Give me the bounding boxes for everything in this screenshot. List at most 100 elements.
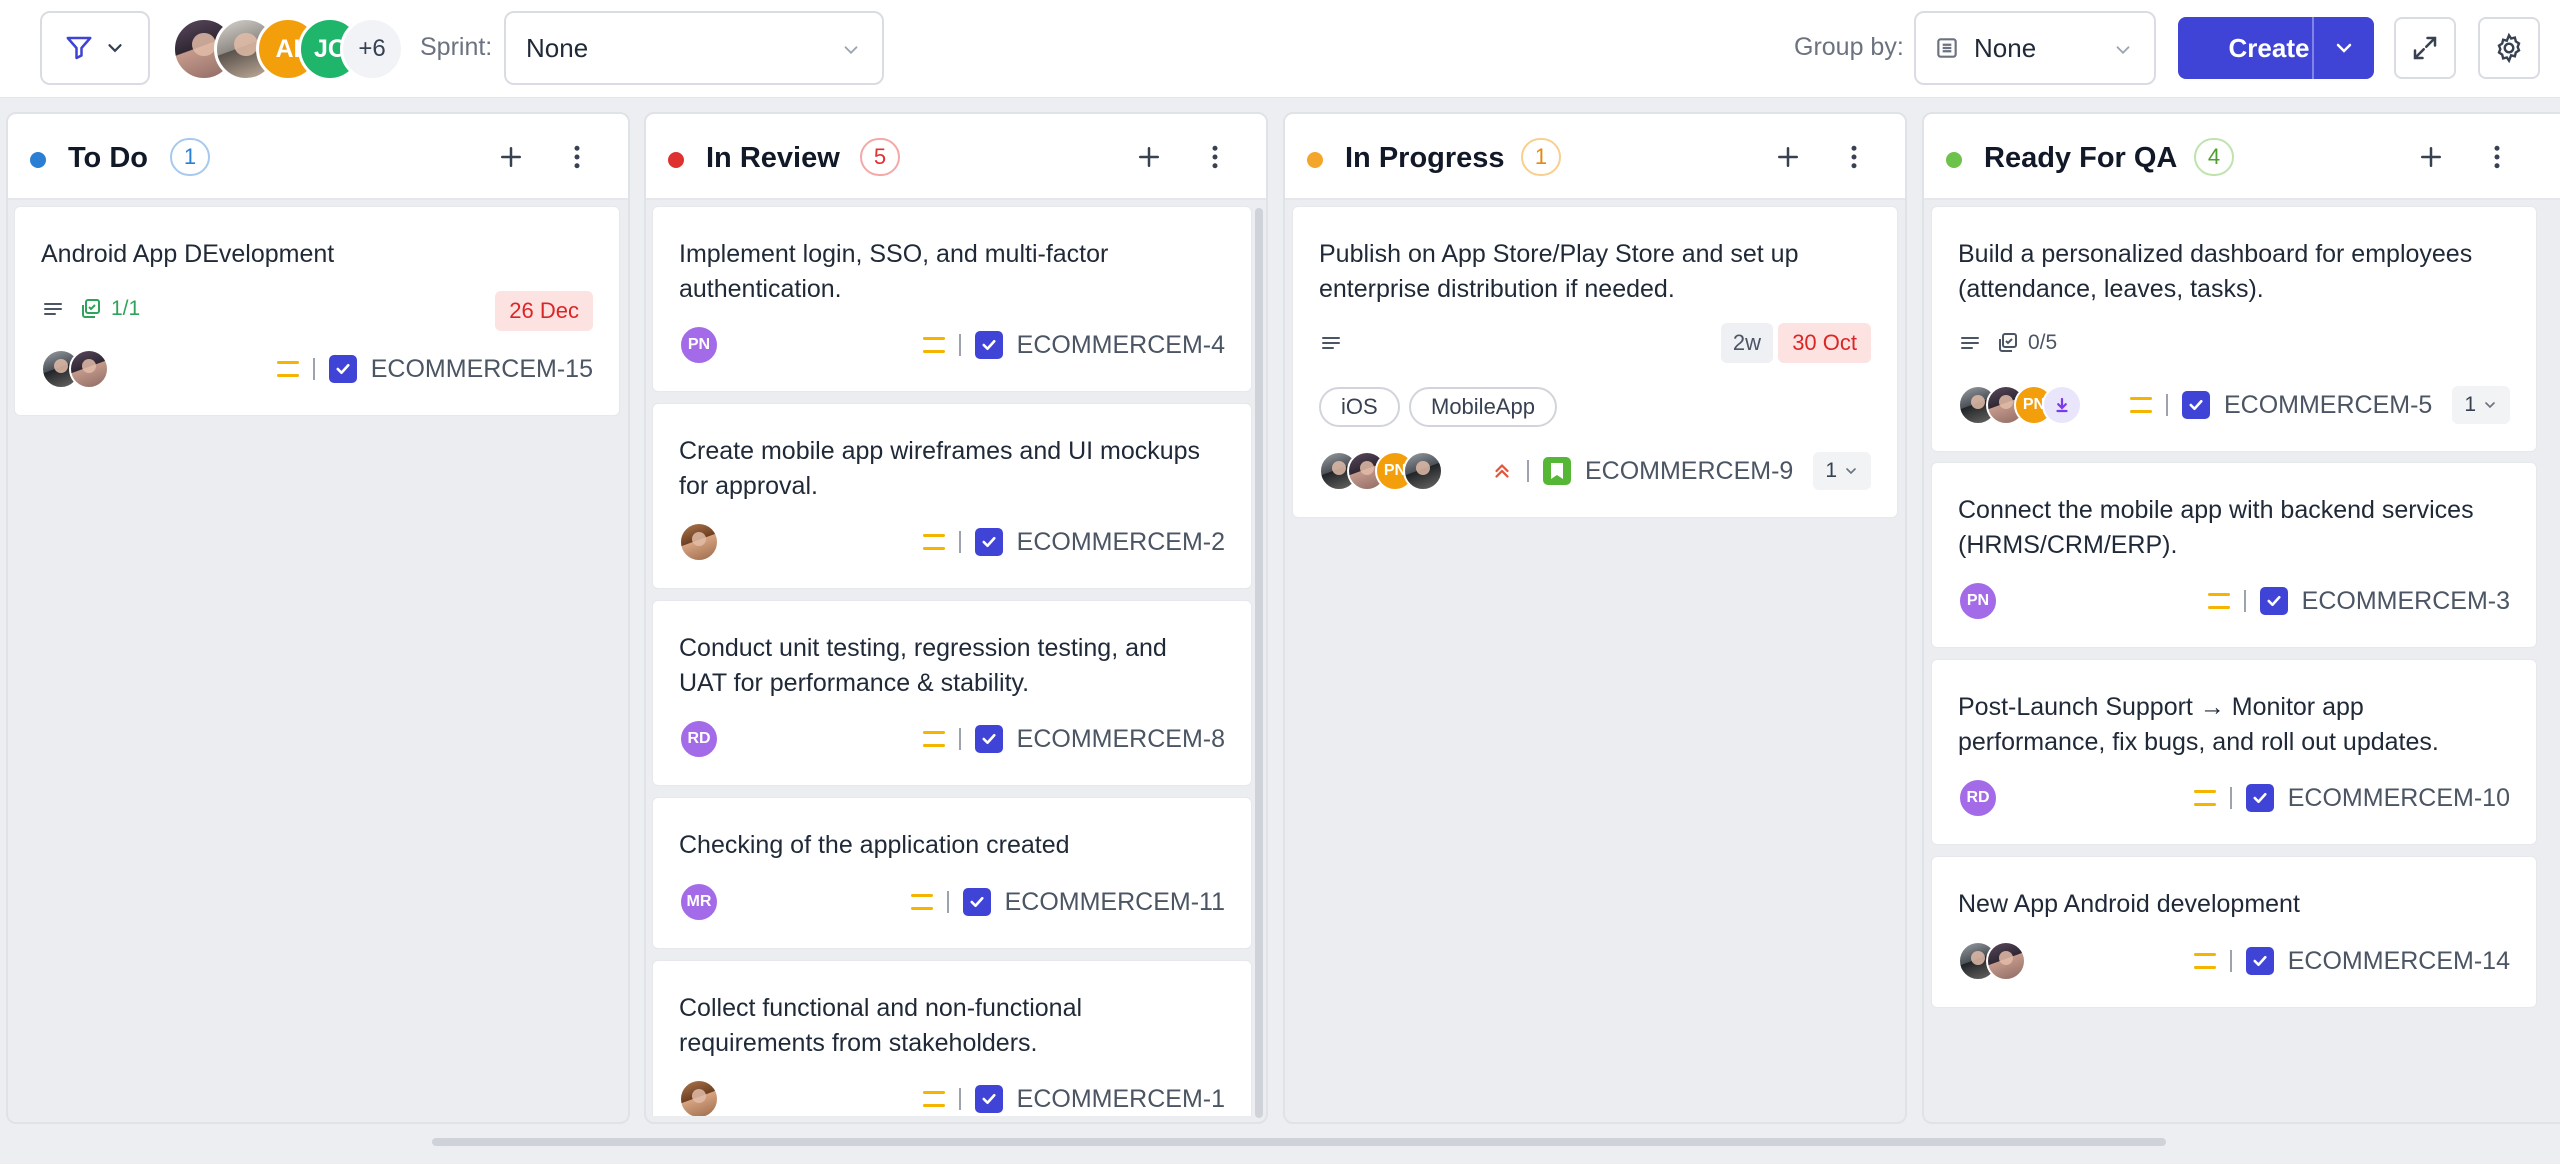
horizontal-scrollbar[interactable]: [432, 1138, 2166, 1146]
issue-key[interactable]: ECOMMERCEM-3: [2302, 587, 2510, 616]
task-type-icon: [974, 331, 1003, 359]
filter-button[interactable]: [40, 11, 150, 85]
task-card[interactable]: Checking of the application created MR E…: [652, 797, 1252, 949]
more-vertical-icon[interactable]: [1200, 142, 1230, 172]
card-footer: RD ECOMMERCEM-8: [679, 717, 1225, 761]
assignee-avatar[interactable]: PN: [1958, 581, 1998, 621]
task-card[interactable]: Build a personalized dashboard for emplo…: [1931, 206, 2537, 452]
assignee-avatars[interactable]: [1958, 941, 2026, 981]
issue-key[interactable]: ECOMMERCEM-5: [2224, 391, 2432, 420]
list-icon: [1937, 38, 1957, 58]
column-header: To Do 1: [8, 114, 628, 200]
group-by-select[interactable]: None: [1914, 11, 2156, 85]
status-dot: [1307, 152, 1323, 168]
divider: [2165, 394, 2168, 416]
divider: [312, 358, 315, 380]
column-count-badge: 1: [170, 138, 210, 176]
add-card-icon[interactable]: [1773, 142, 1803, 172]
card-title: New App Android development: [1958, 890, 2300, 918]
task-type-icon: [974, 725, 1003, 753]
board-settings-button[interactable]: [2478, 17, 2540, 79]
issue-key[interactable]: ECOMMERCEM-8: [1017, 725, 1225, 754]
fullscreen-button[interactable]: [2394, 17, 2456, 79]
divider: [958, 334, 961, 356]
child-count-dropdown[interactable]: 1: [2452, 386, 2510, 424]
task-card[interactable]: Collect functional and non-functional re…: [652, 960, 1252, 1116]
task-card[interactable]: Android App DEvelopment 1/1 26 Dec ECOMM…: [14, 206, 620, 416]
column-title: To Do: [68, 142, 148, 174]
card-footer: PN ECOMMERCEM-5 1: [1958, 383, 2510, 427]
add-card-icon[interactable]: [1134, 142, 1164, 172]
priority-medium-icon: [2207, 593, 2230, 609]
assignee-avatar[interactable]: [679, 522, 719, 562]
create-split-divider: [2312, 17, 2314, 79]
assignee-avatars[interactable]: PN: [1319, 451, 1443, 491]
subtask-count: 1/1: [111, 297, 141, 320]
task-card[interactable]: New App Android development ECOMMERCEM-1…: [1931, 856, 2537, 1008]
group-by-value: None: [1974, 32, 2037, 63]
task-card[interactable]: Conduct unit testing, regression testing…: [652, 600, 1252, 786]
assignee-avatar[interactable]: MR: [679, 882, 719, 922]
issue-key[interactable]: ECOMMERCEM-1: [1017, 1085, 1225, 1114]
assignee-avatars[interactable]: [41, 349, 109, 389]
assignee-avatars[interactable]: PN: [1958, 385, 2082, 425]
add-card-icon[interactable]: [496, 142, 526, 172]
add-card-icon[interactable]: [2416, 142, 2446, 172]
issue-key[interactable]: ECOMMERCEM-9: [1585, 457, 1793, 486]
card-footer: MR ECOMMERCEM-11: [679, 880, 1225, 924]
task-type-icon: [2245, 947, 2274, 975]
more-members-badge[interactable]: +6: [340, 17, 404, 81]
team-avatars[interactable]: AI JC +6: [172, 17, 404, 81]
priority-medium-icon: [922, 337, 945, 353]
issue-key[interactable]: ECOMMERCEM-4: [1017, 331, 1225, 360]
task-card[interactable]: Connect the mobile app with backend serv…: [1931, 462, 2537, 648]
card-title: Android App DEvelopment: [41, 240, 335, 268]
chevron-down-icon: [844, 46, 858, 55]
task-card[interactable]: Implement login, SSO, and multi-factor a…: [652, 206, 1252, 392]
issue-key[interactable]: ECOMMERCEM-2: [1017, 528, 1225, 557]
assignee-avatar[interactable]: RD: [1958, 778, 1998, 818]
assignee-avatar[interactable]: [679, 1079, 719, 1116]
task-card[interactable]: Post-Launch Support → Monitor app perfor…: [1931, 659, 2537, 845]
create-dropdown-button[interactable]: [2314, 17, 2374, 79]
task-card[interactable]: Create mobile app wireframes and UI mock…: [652, 403, 1252, 589]
child-count-dropdown[interactable]: 1: [1813, 452, 1871, 490]
assignee-avatar[interactable]: [1986, 941, 2026, 981]
assignee-avatar[interactable]: [1403, 451, 1443, 491]
label-tag[interactable]: MobileApp: [1409, 387, 1557, 427]
card-footer: ECOMMERCEM-15: [41, 347, 593, 391]
label-tag[interactable]: iOS: [1319, 387, 1400, 427]
card-meta: 1/1: [41, 297, 140, 321]
status-dot: [30, 152, 46, 168]
card-title: Checking of the application created: [679, 831, 1070, 859]
card-footer: ECOMMERCEM-14: [1958, 939, 2510, 983]
divider: [946, 891, 949, 913]
task-type-icon: [2181, 391, 2210, 419]
issue-key[interactable]: ECOMMERCEM-10: [2288, 784, 2510, 813]
column-header: In Review 5: [646, 114, 1266, 200]
task-card[interactable]: Publish on App Store/Play Store and set …: [1292, 206, 1898, 518]
assignee-avatar[interactable]: PN: [679, 325, 719, 365]
divider: [958, 531, 961, 553]
card-footer: PN ECOMMERCEM-4: [679, 323, 1225, 367]
issue-key[interactable]: ECOMMERCEM-14: [2288, 947, 2510, 976]
vertical-scrollbar[interactable]: [1255, 208, 1263, 1118]
description-icon: [1322, 337, 1340, 349]
issue-key[interactable]: ECOMMERCEM-15: [371, 355, 593, 384]
divider: [1526, 460, 1529, 482]
more-vertical-icon[interactable]: [1839, 142, 1869, 172]
more-vertical-icon[interactable]: [2482, 142, 2512, 172]
priority-medium-icon: [2193, 790, 2216, 806]
assignee-avatar[interactable]: [69, 349, 109, 389]
sprint-select[interactable]: None: [504, 11, 884, 85]
board-toolbar: AI JC +6 Sprint: None Group by: None Cre…: [0, 0, 2560, 98]
more-vertical-icon[interactable]: [562, 142, 592, 172]
subtasks-icon: [1999, 333, 2017, 352]
issue-key[interactable]: ECOMMERCEM-11: [1005, 888, 1225, 917]
assignee-avatar[interactable]: RD: [679, 719, 719, 759]
filter-icon: [66, 36, 92, 60]
card-title: Implement login, SSO, and multi-factor a…: [679, 240, 1109, 303]
divider: [2229, 787, 2232, 809]
chevron-down-icon: [2485, 402, 2495, 409]
assignee-avatar[interactable]: [2042, 385, 2082, 425]
